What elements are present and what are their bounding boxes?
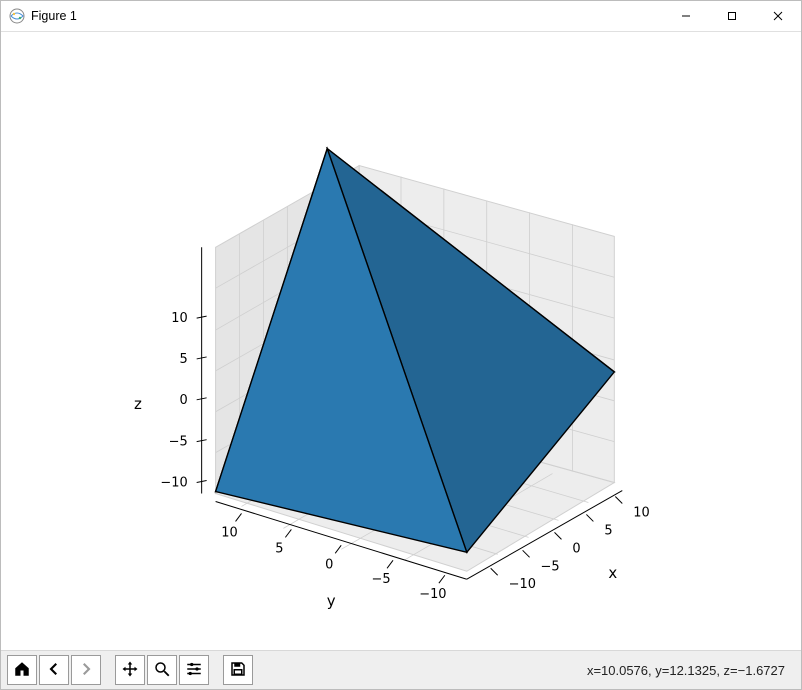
plot-3d[interactable]: −10 −5 0 5 10 z 10 5 0 −5 — [1, 32, 801, 650]
pan-button[interactable] — [115, 655, 145, 685]
back-button[interactable] — [39, 655, 69, 685]
z-ticks: −10 −5 0 5 10 z — [134, 311, 207, 490]
figure-window: Figure 1 — [0, 0, 802, 690]
z-tick-label: 5 — [179, 352, 187, 367]
x-tick-label: 0 — [572, 541, 580, 556]
cursor-coords: x=10.0576, y=12.1325, z=−1.6727 — [587, 663, 795, 678]
y-axis-label: y — [327, 592, 336, 610]
zoom-button[interactable] — [147, 655, 177, 685]
forward-button[interactable] — [71, 655, 101, 685]
window-title: Figure 1 — [31, 9, 77, 23]
x-tick-label: −10 — [509, 577, 536, 592]
arrow-right-icon — [77, 660, 95, 681]
y-tick-label: 0 — [325, 557, 333, 572]
z-tick-label: −5 — [169, 435, 188, 450]
y-tick-label: −5 — [372, 572, 391, 587]
z-tick-label: −10 — [160, 476, 187, 491]
z-axis-label: z — [134, 395, 142, 413]
close-button[interactable] — [755, 1, 801, 31]
titlebar: Figure 1 — [1, 1, 801, 32]
sliders-icon — [185, 660, 203, 681]
save-button[interactable] — [223, 655, 253, 685]
plot-canvas[interactable]: −10 −5 0 5 10 z 10 5 0 −5 — [1, 32, 801, 650]
zoom-icon — [153, 660, 171, 681]
z-tick-label: 10 — [171, 311, 187, 326]
x-tick-label: −5 — [541, 559, 560, 574]
home-icon — [13, 660, 31, 681]
y-tick-label: −10 — [419, 587, 446, 602]
move-icon — [121, 660, 139, 681]
z-tick-label: 0 — [179, 393, 187, 408]
home-button[interactable] — [7, 655, 37, 685]
nav-toolbar: x=10.0576, y=12.1325, z=−1.6727 — [1, 650, 801, 689]
x-tick-label: 5 — [604, 523, 612, 538]
configure-button[interactable] — [179, 655, 209, 685]
x-tick-label: 10 — [633, 505, 649, 520]
y-tick-label: 5 — [275, 541, 283, 556]
minimize-button[interactable] — [663, 1, 709, 31]
maximize-button[interactable] — [709, 1, 755, 31]
y-tick-label: 10 — [221, 525, 237, 540]
x-axis-label: x — [608, 564, 617, 582]
save-icon — [229, 660, 247, 681]
arrow-left-icon — [45, 660, 63, 681]
app-icon — [9, 8, 25, 24]
